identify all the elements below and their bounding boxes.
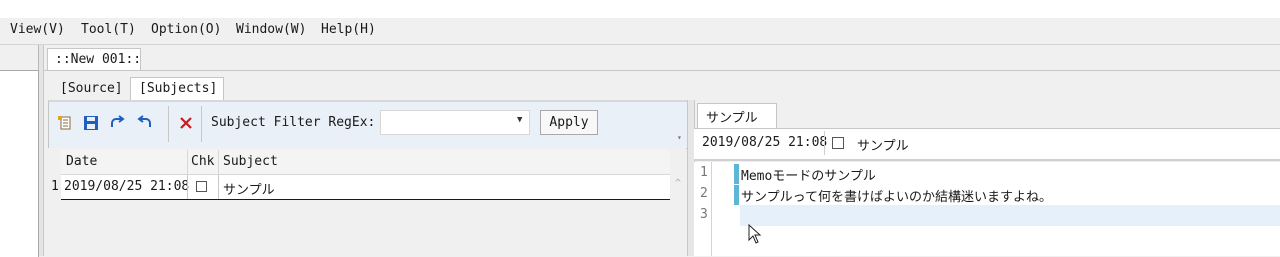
- title-strip: [0, 0, 1280, 18]
- editor-gutter: [711, 162, 712, 256]
- cell-date[interactable]: 2019/08/25 21:08: [64, 179, 189, 194]
- dropdown-arrow-icon[interactable]: ▼: [517, 115, 522, 125]
- cell-subject[interactable]: サンプル: [223, 179, 275, 198]
- detail-checkbox[interactable]: [832, 137, 844, 149]
- editor-line[interactable]: サンプルって何を書けばよいのか結構迷いますよね。: [741, 186, 1052, 205]
- mouse-cursor-icon: [748, 224, 762, 244]
- detail-date: 2019/08/25 21:08: [702, 135, 828, 150]
- header-divider: [824, 131, 825, 155]
- redo-icon[interactable]: [108, 114, 126, 132]
- line-number: 2: [700, 186, 708, 201]
- column-divider[interactable]: [187, 150, 188, 174]
- menu-window[interactable]: Window(W): [236, 22, 306, 37]
- filter-label: Subject Filter RegEx:: [211, 115, 376, 130]
- toolbar-separator: [201, 106, 202, 142]
- cell-divider: [218, 175, 219, 199]
- undo-icon[interactable]: [136, 114, 154, 132]
- column-header-date[interactable]: Date: [66, 154, 97, 169]
- panel-splitter[interactable]: [39, 45, 44, 256]
- line-number: 3: [700, 207, 708, 222]
- column-header-subject[interactable]: Subject: [223, 154, 278, 169]
- line-number: 1: [700, 165, 708, 180]
- toolbar-separator: [168, 106, 169, 142]
- menu-tool[interactable]: Tool(T): [81, 22, 136, 37]
- detail-subject[interactable]: サンプル: [857, 135, 909, 154]
- change-marker: [734, 185, 739, 205]
- detail-tab-label: サンプル: [706, 111, 758, 126]
- save-icon[interactable]: [82, 114, 100, 132]
- toolbar-overflow-icon[interactable]: ▾: [677, 133, 682, 142]
- tab-divider: [43, 70, 1280, 71]
- column-divider[interactable]: [218, 150, 219, 174]
- document-tab-label: ::New 001::: [55, 52, 142, 67]
- change-marker: [734, 164, 739, 184]
- current-line-highlight: [740, 205, 1280, 226]
- scroll-up-icon[interactable]: ^: [675, 178, 681, 189]
- editor-line[interactable]: Memoモードのサンプル: [741, 165, 876, 184]
- menubar: View(V) Tool(T) Option(O) Window(W) Help…: [0, 18, 1280, 45]
- cell-divider: [187, 175, 188, 199]
- menu-view[interactable]: View(V): [10, 22, 65, 37]
- filter-regex-input[interactable]: [380, 110, 530, 135]
- row-checkbox[interactable]: [196, 181, 207, 192]
- delete-icon[interactable]: [177, 114, 195, 132]
- column-header-chk[interactable]: Chk: [191, 154, 214, 169]
- tab-source-label: [Source]: [60, 81, 123, 96]
- menu-option[interactable]: Option(O): [151, 22, 221, 37]
- tab-subjects-label: [Subjects]: [139, 81, 218, 96]
- apply-button[interactable]: Apply: [540, 110, 598, 135]
- menu-help[interactable]: Help(H): [321, 22, 376, 37]
- row-number: 1: [51, 179, 59, 194]
- table-header: [61, 150, 670, 175]
- left-panel-list[interactable]: [0, 70, 39, 257]
- new-note-icon[interactable]: [56, 114, 74, 132]
